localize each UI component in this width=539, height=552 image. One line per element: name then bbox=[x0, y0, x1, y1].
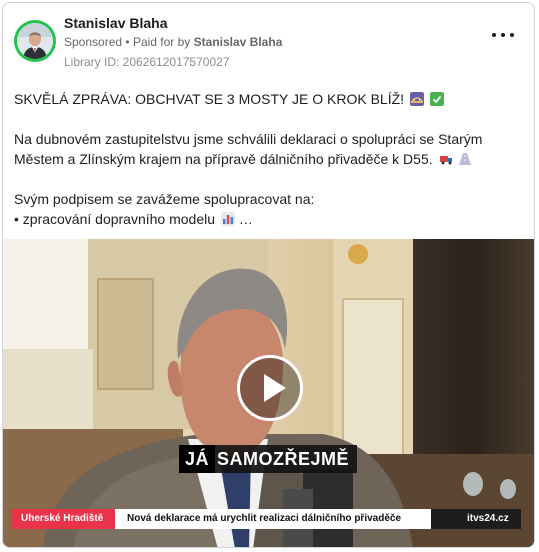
paid-for-prefix: Paid for by bbox=[132, 35, 191, 49]
ticker-location: Uherské Hradiště bbox=[11, 509, 115, 529]
news-ticker: Uherské Hradiště Nová deklarace má urych… bbox=[11, 509, 521, 529]
sponsored-meta: Sponsored • Paid for by Stanislav Blaha bbox=[64, 35, 282, 49]
video-caption: JÁ SAMOZŘEJMĚ bbox=[179, 445, 358, 473]
more-options-button[interactable] bbox=[492, 27, 514, 43]
library-id: Library ID: 2062612017570027 bbox=[64, 55, 230, 69]
more-horizontal-icon bbox=[501, 33, 505, 37]
post-text: SKVĚLÁ ZPRÁVA: OBCHVAT SE 3 MOSTY JE O K… bbox=[14, 89, 524, 229]
meta-separator: • bbox=[125, 35, 133, 49]
truck-emoji-icon bbox=[439, 156, 452, 165]
caption-rest: SAMOZŘEJMĚ bbox=[217, 449, 350, 469]
paid-for-name[interactable]: Stanislav Blaha bbox=[194, 35, 283, 49]
see-more-ellipsis[interactable]: … bbox=[239, 211, 253, 227]
author-name[interactable]: Stanislav Blaha bbox=[64, 15, 168, 31]
caption-ja: JÁ bbox=[179, 445, 216, 473]
bridge-emoji-icon bbox=[409, 92, 424, 106]
more-horizontal-icon bbox=[510, 33, 514, 37]
post-text-line: Na dubnovém zastupitelstvu jsme schválil… bbox=[14, 131, 483, 147]
sponsored-label: Sponsored bbox=[64, 35, 123, 49]
road-emoji-icon bbox=[459, 153, 472, 165]
post-text-line: SKVĚLÁ ZPRÁVA: OBCHVAT SE 3 MOSTY JE O K… bbox=[14, 89, 524, 109]
ad-card: Stanislav Blaha Sponsored • Paid for by … bbox=[2, 2, 535, 548]
ticker-headline: Nová deklarace má urychlit realizaci dál… bbox=[115, 509, 431, 529]
bar-chart-emoji-icon bbox=[220, 212, 235, 226]
avatar[interactable] bbox=[14, 20, 56, 62]
post-text-line: • zpracování dopravního modelu … bbox=[14, 211, 253, 227]
ticker-brand: itvs24.cz bbox=[431, 509, 521, 529]
avatar-photo bbox=[17, 23, 53, 59]
check-mark-emoji-icon bbox=[429, 92, 444, 106]
play-icon[interactable] bbox=[237, 355, 303, 421]
more-horizontal-icon bbox=[492, 33, 496, 37]
post-text-line: Svým podpisem se zavážeme spolupracovat … bbox=[14, 191, 315, 207]
post-text-line: Městem a Zlínským krajem na přípravě dál… bbox=[14, 149, 524, 169]
